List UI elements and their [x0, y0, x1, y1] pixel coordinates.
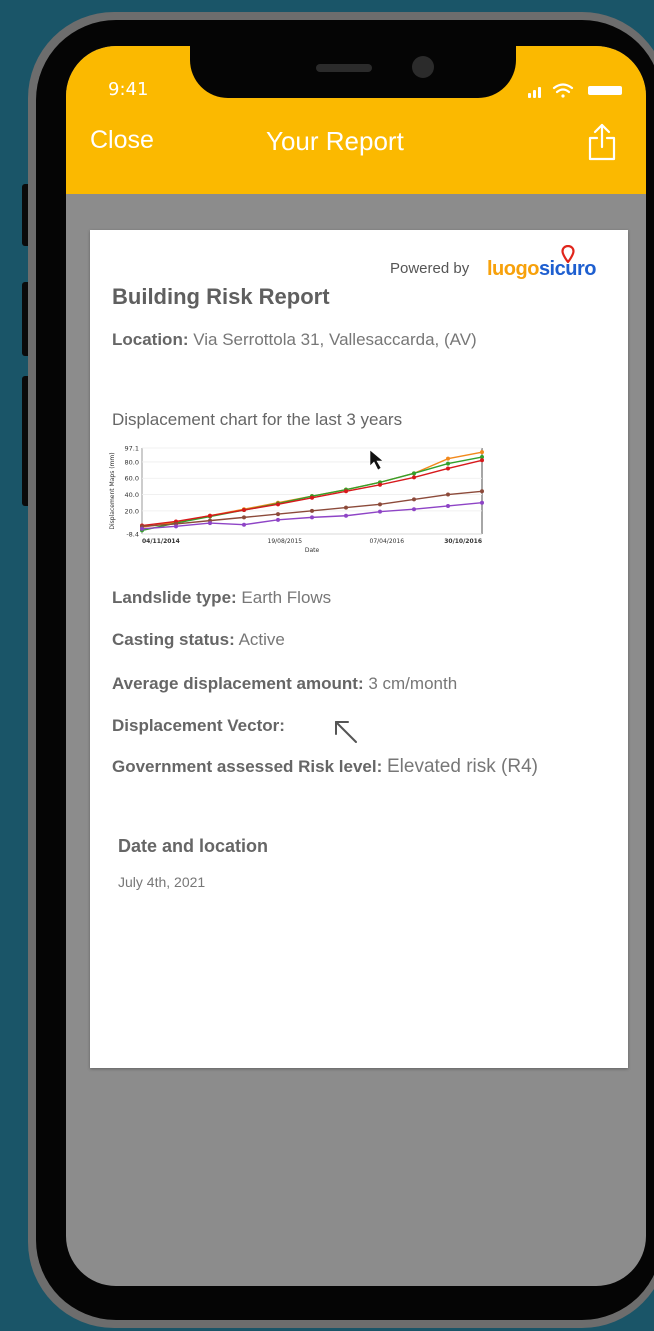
casting-row: Casting status: Active: [112, 630, 285, 650]
chart-data-point: [140, 526, 144, 531]
report-title: Building Risk Report: [112, 284, 330, 309]
chart-y-tick-label: 20.0: [125, 507, 139, 515]
wifi-icon: [552, 83, 574, 98]
vector-label: Displacement Vector:: [112, 716, 285, 735]
date-heading: Date and location: [118, 836, 269, 856]
powered-by-label: Powered by: [390, 260, 470, 277]
chart-data-point: [310, 495, 314, 500]
chart-data-point: [378, 482, 382, 487]
chart-data-point: [310, 515, 314, 520]
chart-x-tick-label: 04/11/2014: [142, 538, 180, 545]
casting-label: Casting status:: [112, 630, 235, 649]
location-label: Location:: [112, 330, 189, 349]
chart-y-tick-label: 97.1: [125, 445, 139, 453]
speaker-grille: [316, 64, 372, 72]
displacement-chart: 97.1 80.0 60.0 40.0 20.0 -8.404/11/2014 19/08/…: [109, 445, 484, 554]
chart-data-point: [276, 517, 280, 522]
chart-x-tick-label: 07/04/2016: [370, 538, 405, 545]
location-pin-icon: [561, 245, 575, 263]
status-time: 9:41: [108, 79, 149, 100]
landslide-value: Earth Flows: [241, 588, 332, 607]
chart-data-point: [276, 512, 280, 517]
chart-data-point: [446, 456, 450, 461]
chart-x-tick-label: 19/08/2015: [268, 538, 303, 545]
chart-data-point: [446, 466, 450, 471]
phone-notch: [190, 46, 516, 98]
chart-data-point: [446, 503, 450, 508]
report-card: Powered by luogosicuro Building Risk Rep…: [90, 230, 628, 1068]
chart-data-point: [480, 458, 484, 463]
landslide-row: Landslide type: Earth Flows: [112, 588, 331, 608]
chart-x-axis-label: Date: [305, 547, 320, 554]
landslide-label: Landslide type:: [112, 588, 237, 607]
chart-data-point: [412, 497, 416, 502]
chart-data-point: [446, 461, 450, 466]
avg-displacement-value: 3 cm/month: [368, 674, 458, 693]
casting-value: Active: [238, 630, 285, 649]
arrow-up-left-icon: [335, 721, 357, 743]
chart-data-point: [310, 508, 314, 513]
chart-data-point: [480, 489, 484, 494]
chart-data-point: [480, 500, 484, 505]
avg-displacement-label: Average displacement amount:: [112, 674, 364, 693]
chart-series-line: [141, 456, 483, 532]
luogosicuro-logo: luogosicuro: [487, 258, 596, 280]
chart-data-point: [242, 515, 246, 520]
front-camera: [412, 56, 434, 78]
chart-heading: Displacement chart for the last 3 years: [112, 410, 403, 429]
chart-data-point: [276, 502, 280, 507]
close-button[interactable]: Close: [90, 126, 154, 155]
location-row: Location: Via Serrottola 31, Vallesaccar…: [112, 330, 477, 350]
date-value: July 4th, 2021: [118, 874, 206, 890]
vector-row: Displacement Vector:: [112, 716, 285, 736]
chart-data-point: [242, 508, 246, 513]
chart-data-point: [344, 505, 348, 510]
chart-data-point: [174, 524, 178, 529]
chart-data-point: [412, 471, 416, 476]
mouse-cursor-icon: [369, 449, 384, 471]
chart-data-point: [378, 502, 382, 507]
chart-data-point: [446, 492, 450, 497]
chart-y-tick-label: 60.0: [125, 475, 139, 483]
chart-x-tick-label: 30/10/2016: [444, 538, 482, 545]
avg-displacement-row: Average displacement amount: 3 cm/month: [112, 674, 457, 694]
battery-icon: [588, 86, 622, 95]
chart-data-point: [208, 513, 212, 518]
chart-y-tick-label: 80.0: [125, 458, 139, 466]
chart-data-point: [378, 509, 382, 514]
chart-y-axis-label: Displacement Maps (mm): [109, 452, 116, 529]
share-icon[interactable]: [586, 122, 618, 162]
risk-row: Government assessed Risk level: Elevated…: [112, 756, 538, 778]
status-icons: [528, 83, 622, 98]
chart-data-point: [242, 522, 246, 527]
risk-label: Government assessed Risk level:: [112, 757, 383, 776]
chart-data-point: [344, 489, 348, 494]
chart-data-point: [480, 450, 484, 455]
chart-data-point: [208, 521, 212, 526]
page-title: Your Report: [266, 126, 404, 156]
chart-data-point: [344, 513, 348, 518]
chart-y-tick-label: -8.4: [126, 531, 139, 539]
chart-data-point: [412, 475, 416, 480]
risk-value: Elevated risk (R4): [386, 756, 538, 777]
signal-icon: [528, 87, 541, 98]
chart-data-point: [412, 507, 416, 512]
chart-y-tick-label: 40.0: [125, 491, 139, 499]
phone-screen: 9:41 Close Your Report Powered by luogos…: [66, 46, 646, 1286]
location-value: Via Serrottola 31, Vallesaccarda, (AV): [193, 330, 477, 349]
